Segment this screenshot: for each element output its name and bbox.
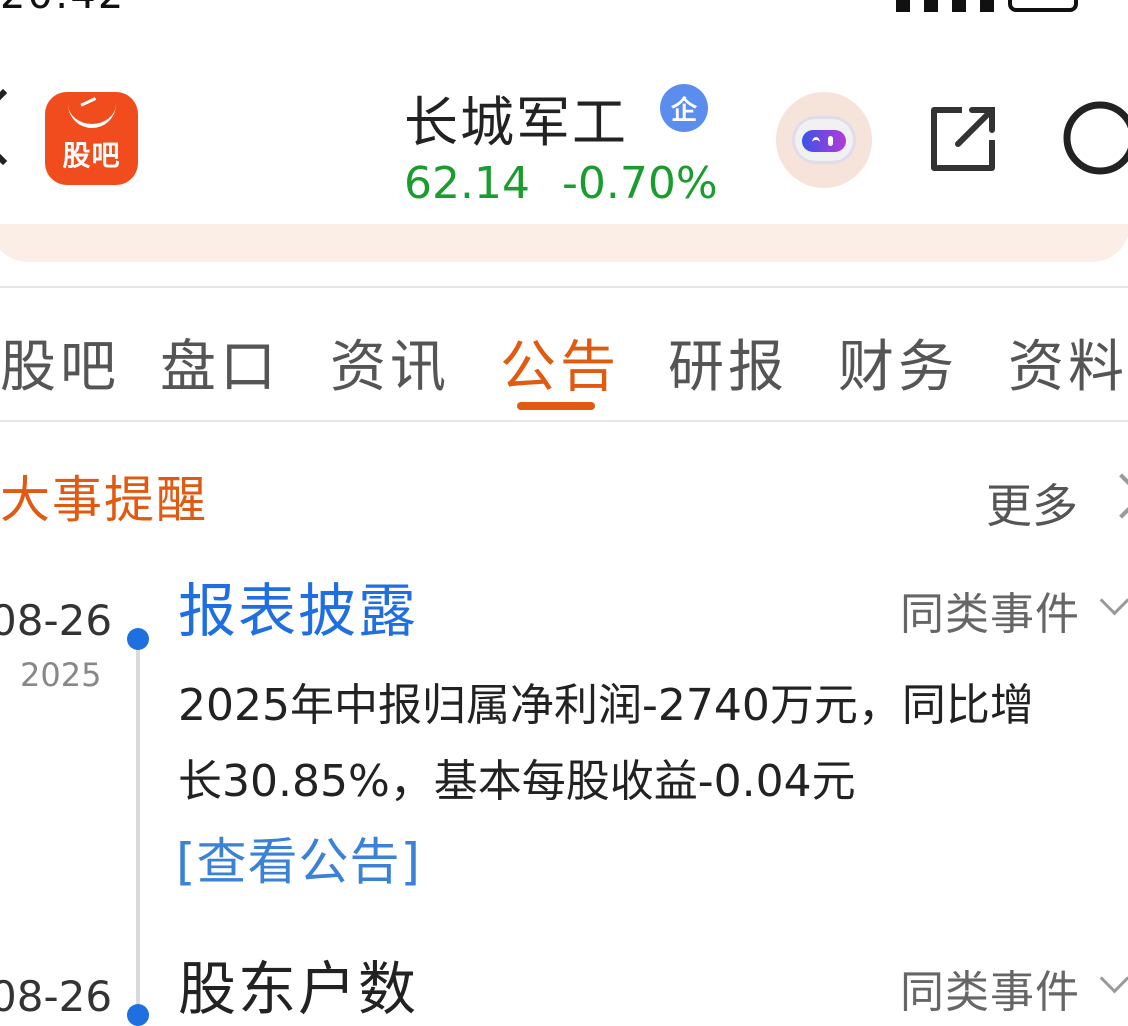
event-title[interactable]: 股东户数 bbox=[178, 942, 418, 1026]
tab-finance[interactable]: 财务 bbox=[838, 322, 958, 403]
section-title: 大事提醒 bbox=[0, 471, 208, 529]
app-logo[interactable]: 股吧 bbox=[45, 92, 138, 185]
notice-banner[interactable] bbox=[0, 224, 1128, 262]
tab-profile[interactable]: 资料 bbox=[1008, 322, 1128, 403]
status-bar-time: 20:42 bbox=[0, 0, 125, 18]
event-date: 08-26 bbox=[0, 596, 113, 645]
chevron-down-icon[interactable] bbox=[1099, 963, 1128, 994]
timeline-dot bbox=[127, 628, 149, 650]
chevron-down-icon[interactable] bbox=[1099, 585, 1128, 616]
event-year: 2025 bbox=[20, 656, 102, 694]
divider bbox=[0, 286, 1128, 288]
stock-name: 长城军工 bbox=[404, 91, 628, 154]
similar-events-button[interactable]: 同类事件 bbox=[900, 956, 1080, 1020]
tab-announcements[interactable]: 公告 bbox=[500, 322, 620, 403]
event-title[interactable]: 报表披露 bbox=[178, 564, 418, 648]
divider bbox=[0, 420, 1128, 422]
active-tab-indicator bbox=[517, 402, 595, 410]
more-link[interactable]: 更多 bbox=[986, 470, 1078, 536]
app-logo-mark bbox=[67, 98, 116, 128]
view-announcement-link[interactable]: [查看公告] bbox=[176, 822, 421, 894]
robot-assistant-icon[interactable] bbox=[776, 92, 872, 188]
share-icon[interactable] bbox=[928, 104, 998, 174]
event-description: 2025年中报归属净利润-2740万元，同比增长30.85%，基本每股收益-0.… bbox=[178, 680, 1034, 807]
app-logo-label: 股吧 bbox=[62, 138, 121, 172]
timeline-line bbox=[136, 638, 140, 1018]
tab-pankou[interactable]: 盘口 bbox=[160, 322, 280, 403]
status-bar-icons bbox=[896, 0, 1078, 12]
search-icon[interactable] bbox=[1060, 100, 1128, 180]
event-date: 08-26 bbox=[0, 972, 113, 1021]
back-icon[interactable] bbox=[0, 88, 42, 166]
chevron-right-icon[interactable] bbox=[1099, 473, 1128, 519]
stock-change: -0.70% bbox=[562, 158, 718, 209]
similar-events-button[interactable]: 同类事件 bbox=[900, 578, 1080, 642]
stock-price: 62.14 bbox=[404, 158, 530, 209]
timeline-dot bbox=[127, 1004, 149, 1026]
tab-news[interactable]: 资讯 bbox=[330, 322, 450, 403]
corp-verified-icon: 企 bbox=[660, 84, 708, 132]
tab-research[interactable]: 研报 bbox=[668, 322, 788, 403]
tab-guba[interactable]: 股吧 bbox=[0, 322, 120, 403]
